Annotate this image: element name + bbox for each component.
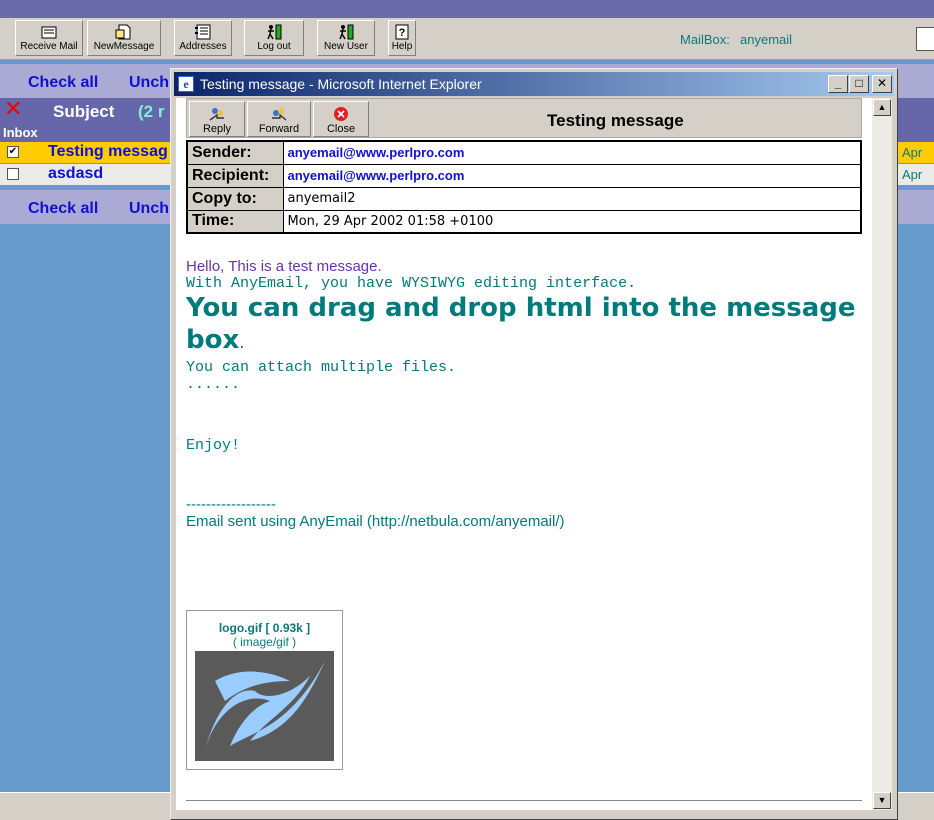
message-subject[interactable]: Testing messag	[48, 143, 168, 161]
message-header-table: Sender: anyemail@www.perlpro.com Recipie…	[186, 140, 862, 234]
body-headline-text: You can drag and drop html into the mess…	[186, 293, 856, 355]
scroll-down-arrow-icon[interactable]: ▼	[873, 792, 891, 809]
message-title: Testing message	[547, 111, 684, 130]
help-button[interactable]: ? Help	[388, 20, 416, 56]
new-user-button[interactable]: New User	[317, 20, 375, 56]
close-icon	[332, 106, 350, 122]
addresses-button[interactable]: Addresses	[174, 20, 232, 56]
message-date: Apr	[902, 167, 923, 182]
recipient-value[interactable]: anyemail@www.perlpro.com	[282, 163, 862, 188]
body-headline-dot: .	[239, 333, 245, 352]
body-line: With AnyEmail, you have WYSIWYG editing …	[186, 275, 637, 292]
forward-button[interactable]: Forward	[247, 101, 311, 137]
recipient-row: Recipient: anyemail@www.perlpro.com	[186, 163, 862, 188]
attachment-box[interactable]: logo.gif [ 0.93k ] ( image/gif )	[186, 610, 343, 770]
new-message-button[interactable]: NewMessage	[87, 20, 161, 56]
time-value: Mon, 29 Apr 2002 01:58 +0100	[282, 209, 862, 234]
close-button[interactable]: Close	[313, 101, 369, 137]
folder-name: Inbox	[3, 125, 38, 140]
close-label: Close	[326, 123, 356, 135]
user-door-icon	[337, 24, 355, 40]
svg-text:?: ?	[399, 27, 406, 39]
message-popup-window: e Testing message - Microsoft Internet E…	[170, 68, 898, 820]
attachment-name[interactable]: logo.gif [ 0.93k ]	[189, 621, 340, 635]
main-toolbar: Receive Mail NewMessage Addresses Log ou…	[0, 18, 934, 60]
body-dots: ......	[186, 376, 241, 393]
recipient-label: Recipient:	[186, 163, 284, 188]
message-checkbox[interactable]: ✔	[7, 146, 19, 158]
message-body: Hello, This is a test message. With AnyE…	[186, 258, 856, 530]
top-stripe	[0, 0, 934, 18]
copy-label: Copy to:	[186, 186, 284, 211]
attachment-type: ( image/gif )	[232, 635, 297, 649]
check-all-link[interactable]: Check all	[28, 74, 98, 92]
new-message-label: NewMessage	[93, 41, 155, 52]
forward-label: Forward	[258, 123, 300, 135]
copy-value: anyemail2	[282, 186, 862, 211]
receive-mail-label: Receive Mail	[20, 41, 78, 52]
ie-icon: e	[178, 76, 194, 92]
sender-value[interactable]: anyemail@www.perlpro.com	[282, 140, 862, 165]
maximize-button[interactable]: □	[849, 75, 869, 93]
forward-icon	[270, 106, 288, 122]
subject-header[interactable]: Subject	[53, 102, 114, 122]
addresses-label: Addresses	[179, 41, 227, 52]
receive-mail-button[interactable]: Receive Mail	[15, 20, 83, 56]
help-icon: ?	[393, 24, 411, 40]
close-window-button[interactable]: ✕	[872, 75, 892, 93]
check-all-link[interactable]: Check all	[28, 200, 98, 218]
body-headline: You can drag and drop html into the mess…	[186, 292, 856, 359]
reply-label: Reply	[202, 123, 232, 135]
inbox-icon	[40, 24, 58, 40]
signature: Email sent using AnyEmail (http://netbul…	[186, 513, 565, 530]
body-enjoy: Enjoy!	[186, 437, 241, 454]
message-count: (2 r	[138, 102, 165, 121]
delete-icon[interactable]: ✕	[4, 98, 22, 120]
scroll-up-arrow-icon[interactable]: ▲	[873, 99, 891, 116]
log-out-label: Log out	[257, 41, 291, 52]
window-titlebar[interactable]: e Testing message - Microsoft Internet E…	[174, 72, 894, 96]
help-label: Help	[391, 41, 413, 52]
mailbox-label: MailBox:	[680, 32, 730, 47]
sender-row: Sender: anyemail@www.perlpro.com	[186, 140, 862, 165]
sender-label: Sender:	[186, 140, 284, 165]
message-date: Apr	[902, 145, 923, 160]
body-line: You can attach multiple files.	[186, 359, 457, 376]
address-book-icon	[194, 24, 212, 40]
vertical-scrollbar[interactable]: ▲ ▼	[872, 98, 892, 810]
reply-icon	[208, 106, 226, 122]
logo-image[interactable]	[195, 651, 334, 761]
signature-separator: ------------------	[186, 496, 276, 513]
new-user-label: New User	[324, 41, 368, 52]
body-greeting: Hello, This is a test message.	[186, 258, 382, 275]
log-out-button[interactable]: Log out	[244, 20, 304, 56]
time-row: Time: Mon, 29 Apr 2002 01:58 +0100	[186, 209, 862, 234]
message-subject[interactable]: asdasd	[48, 165, 103, 183]
mailbox-input[interactable]	[916, 27, 934, 51]
window-title: Testing message - Microsoft Internet Exp…	[200, 76, 482, 92]
new-document-icon	[115, 24, 133, 40]
copy-row: Copy to: anyemail2	[186, 186, 862, 211]
message-checkbox[interactable]	[7, 168, 19, 180]
minimize-button[interactable]: _	[828, 75, 848, 93]
time-label: Time:	[186, 209, 284, 234]
mailbox-name: anyemail	[740, 32, 793, 47]
uncheck-all-link[interactable]: Unch	[129, 74, 169, 92]
message-toolbar: Reply Forward Close Testing message	[186, 98, 862, 138]
reply-button[interactable]: Reply	[189, 101, 245, 137]
exit-door-icon	[265, 24, 283, 40]
horizontal-rule	[186, 800, 862, 801]
uncheck-all-link[interactable]: Unch	[129, 200, 169, 218]
message-content: Reply Forward Close Testing message Send…	[176, 98, 872, 810]
